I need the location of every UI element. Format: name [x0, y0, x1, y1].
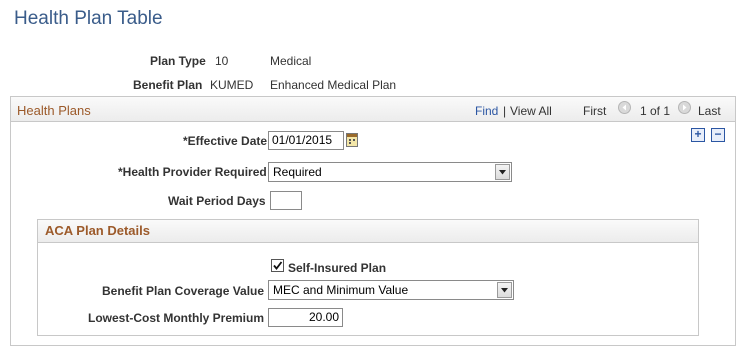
first-label[interactable]: First: [583, 104, 606, 118]
page-title: Health Plan Table: [14, 8, 163, 29]
chevron-down-icon[interactable]: [495, 164, 510, 180]
plan-type-label: Plan Type: [150, 54, 206, 68]
premium-label: Lowest-Cost Monthly Premium: [88, 311, 265, 325]
effective-date-label: *Effective Date: [183, 134, 268, 148]
aca-plan-details-title: ACA Plan Details: [45, 223, 150, 238]
benefit-plan-desc: Enhanced Medical Plan: [270, 78, 397, 92]
find-link[interactable]: Find: [475, 104, 498, 118]
wait-period-input[interactable]: [270, 191, 302, 210]
benefit-plan-code: KUMED: [210, 78, 254, 92]
self-insured-checkbox[interactable]: [271, 259, 284, 272]
last-label[interactable]: Last: [698, 104, 721, 118]
chevron-down-icon[interactable]: [497, 282, 512, 298]
plan-type-code: 10: [215, 54, 229, 68]
self-insured-label: Self-Insured Plan: [288, 261, 387, 275]
coverage-value-select[interactable]: MEC and Minimum Value: [268, 280, 514, 300]
delete-row-button[interactable]: −: [711, 128, 725, 142]
provider-required-select[interactable]: Required: [268, 162, 512, 182]
premium-input[interactable]: 20.00: [268, 308, 343, 327]
benefit-plan-label: Benefit Plan: [133, 78, 203, 92]
previous-row-icon[interactable]: [618, 101, 631, 114]
view-all-link[interactable]: View All: [510, 104, 552, 118]
health-plans-title: Health Plans: [17, 103, 91, 118]
effective-date-input[interactable]: 01/01/2015: [268, 131, 344, 150]
coverage-value-text: MEC and Minimum Value: [273, 283, 409, 297]
provider-required-label: *Health Provider Required: [118, 165, 267, 179]
provider-required-value: Required: [273, 165, 322, 179]
nav-separator: |: [503, 104, 507, 118]
calendar-icon[interactable]: [346, 133, 358, 147]
plan-type-desc: Medical: [270, 54, 312, 68]
coverage-value-label: Benefit Plan Coverage Value: [102, 284, 265, 298]
page-indicator: 1 of 1: [640, 104, 671, 118]
next-row-icon[interactable]: [678, 101, 691, 114]
wait-period-label: Wait Period Days: [168, 194, 266, 208]
add-row-button[interactable]: +: [691, 128, 705, 142]
